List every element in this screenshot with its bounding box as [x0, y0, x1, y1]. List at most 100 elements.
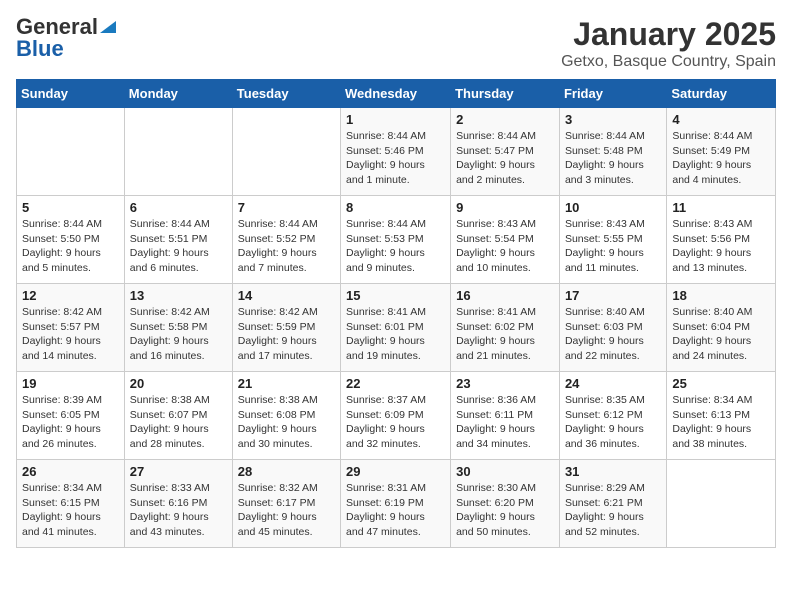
day-info: Sunrise: 8:42 AMSunset: 5:57 PMDaylight:… [22, 305, 119, 364]
day-number: 14 [238, 288, 335, 303]
day-info: Sunrise: 8:44 AMSunset: 5:49 PMDaylight:… [672, 129, 770, 188]
calendar-header-row: SundayMondayTuesdayWednesdayThursdayFrid… [17, 80, 776, 108]
column-header-saturday: Saturday [667, 80, 776, 108]
calendar-cell: 5 Sunrise: 8:44 AMSunset: 5:50 PMDaylight… [17, 196, 125, 284]
day-number: 25 [672, 376, 770, 391]
calendar-cell: 6 Sunrise: 8:44 AMSunset: 5:51 PMDaylight… [124, 196, 232, 284]
day-info: Sunrise: 8:31 AMSunset: 6:19 PMDaylight:… [346, 481, 445, 540]
day-info: Sunrise: 8:42 AMSunset: 5:58 PMDaylight:… [130, 305, 227, 364]
day-number: 23 [456, 376, 554, 391]
day-info: Sunrise: 8:34 AMSunset: 6:15 PMDaylight:… [22, 481, 119, 540]
day-number: 10 [565, 200, 661, 215]
page-subtitle: Getxo, Basque Country, Spain [561, 53, 776, 71]
day-number: 12 [22, 288, 119, 303]
title-block: January 2025 Getxo, Basque Country, Spai… [561, 16, 776, 71]
calendar-cell: 28 Sunrise: 8:32 AMSunset: 6:17 PMDayligh… [232, 460, 340, 548]
day-info: Sunrise: 8:33 AMSunset: 6:16 PMDaylight:… [130, 481, 227, 540]
day-number: 9 [456, 200, 554, 215]
day-number: 8 [346, 200, 445, 215]
calendar-cell: 29 Sunrise: 8:31 AMSunset: 6:19 PMDayligh… [341, 460, 451, 548]
calendar-week-5: 26 Sunrise: 8:34 AMSunset: 6:15 PMDayligh… [17, 460, 776, 548]
day-number: 19 [22, 376, 119, 391]
logo-blue-text: Blue [16, 38, 64, 60]
calendar-cell [232, 108, 340, 196]
column-header-friday: Friday [559, 80, 666, 108]
calendar-cell: 14Sunrise: 8:42 AMSunset: 5:59 PMDayligh… [232, 284, 340, 372]
page-title: January 2025 [561, 16, 776, 53]
calendar-week-1: 1 Sunrise: 8:44 AMSunset: 5:46 PMDaylight… [17, 108, 776, 196]
day-info: Sunrise: 8:44 AMSunset: 5:50 PMDaylight:… [22, 217, 119, 276]
calendar-cell: 18 Sunrise: 8:40 AMSunset: 6:04 PMDayligh… [667, 284, 776, 372]
day-info: Sunrise: 8:44 AMSunset: 5:47 PMDaylight:… [456, 129, 554, 188]
day-number: 11 [672, 200, 770, 215]
day-info: Sunrise: 8:44 AMSunset: 5:53 PMDaylight:… [346, 217, 445, 276]
day-number: 5 [22, 200, 119, 215]
day-number: 13 [130, 288, 227, 303]
calendar-cell: 30Sunrise: 8:30 AMSunset: 6:20 PMDayligh… [451, 460, 560, 548]
day-number: 16 [456, 288, 554, 303]
calendar-cell: 26 Sunrise: 8:34 AMSunset: 6:15 PMDayligh… [17, 460, 125, 548]
day-number: 17 [565, 288, 661, 303]
day-info: Sunrise: 8:40 AMSunset: 6:03 PMDaylight:… [565, 305, 661, 364]
day-number: 1 [346, 112, 445, 127]
day-number: 20 [130, 376, 227, 391]
calendar-cell: 23Sunrise: 8:36 AMSunset: 6:11 PMDayligh… [451, 372, 560, 460]
day-info: Sunrise: 8:44 AMSunset: 5:52 PMDaylight:… [238, 217, 335, 276]
day-info: Sunrise: 8:43 AMSunset: 5:54 PMDaylight:… [456, 217, 554, 276]
calendar-cell: 31Sunrise: 8:29 AMSunset: 6:21 PMDayligh… [559, 460, 666, 548]
calendar-cell: 22 Sunrise: 8:37 AMSunset: 6:09 PMDayligh… [341, 372, 451, 460]
calendar-week-4: 19 Sunrise: 8:39 AMSunset: 6:05 PMDayligh… [17, 372, 776, 460]
day-number: 26 [22, 464, 119, 479]
day-number: 4 [672, 112, 770, 127]
calendar-cell: 24 Sunrise: 8:35 AMSunset: 6:12 PMDayligh… [559, 372, 666, 460]
day-number: 15 [346, 288, 445, 303]
day-number: 21 [238, 376, 335, 391]
page-header: General Blue January 2025 Getxo, Basque … [16, 16, 776, 71]
day-info: Sunrise: 8:41 AMSunset: 6:02 PMDaylight:… [456, 305, 554, 364]
column-header-sunday: Sunday [17, 80, 125, 108]
day-number: 3 [565, 112, 661, 127]
day-info: Sunrise: 8:40 AMSunset: 6:04 PMDaylight:… [672, 305, 770, 364]
calendar-cell [17, 108, 125, 196]
day-info: Sunrise: 8:44 AMSunset: 5:48 PMDaylight:… [565, 129, 661, 188]
day-info: Sunrise: 8:44 AMSunset: 5:51 PMDaylight:… [130, 217, 227, 276]
day-info: Sunrise: 8:37 AMSunset: 6:09 PMDaylight:… [346, 393, 445, 452]
day-number: 29 [346, 464, 445, 479]
calendar-cell: 10Sunrise: 8:43 AMSunset: 5:55 PMDayligh… [559, 196, 666, 284]
calendar-cell: 25 Sunrise: 8:34 AMSunset: 6:13 PMDayligh… [667, 372, 776, 460]
day-number: 28 [238, 464, 335, 479]
calendar-cell [124, 108, 232, 196]
day-info: Sunrise: 8:32 AMSunset: 6:17 PMDaylight:… [238, 481, 335, 540]
calendar-cell: 8 Sunrise: 8:44 AMSunset: 5:53 PMDaylight… [341, 196, 451, 284]
calendar-cell: 3 Sunrise: 8:44 AMSunset: 5:48 PMDaylight… [559, 108, 666, 196]
day-number: 7 [238, 200, 335, 215]
calendar-cell [667, 460, 776, 548]
calendar-cell: 20 Sunrise: 8:38 AMSunset: 6:07 PMDayligh… [124, 372, 232, 460]
column-header-thursday: Thursday [451, 80, 560, 108]
day-info: Sunrise: 8:34 AMSunset: 6:13 PMDaylight:… [672, 393, 770, 452]
calendar-cell: 2Sunrise: 8:44 AMSunset: 5:47 PMDaylight… [451, 108, 560, 196]
calendar-week-3: 12 Sunrise: 8:42 AMSunset: 5:57 PMDayligh… [17, 284, 776, 372]
logo-arrow-icon [100, 17, 116, 38]
logo: General Blue [16, 16, 116, 60]
column-header-monday: Monday [124, 80, 232, 108]
calendar-cell: 7 Sunrise: 8:44 AMSunset: 5:52 PMDaylight… [232, 196, 340, 284]
calendar-cell: 12 Sunrise: 8:42 AMSunset: 5:57 PMDayligh… [17, 284, 125, 372]
calendar-week-2: 5 Sunrise: 8:44 AMSunset: 5:50 PMDaylight… [17, 196, 776, 284]
calendar-cell: 11 Sunrise: 8:43 AMSunset: 5:56 PMDayligh… [667, 196, 776, 284]
calendar-cell: 13 Sunrise: 8:42 AMSunset: 5:58 PMDayligh… [124, 284, 232, 372]
day-info: Sunrise: 8:41 AMSunset: 6:01 PMDaylight:… [346, 305, 445, 364]
calendar-table: SundayMondayTuesdayWednesdayThursdayFrid… [16, 79, 776, 548]
calendar-cell: 19 Sunrise: 8:39 AMSunset: 6:05 PMDayligh… [17, 372, 125, 460]
day-info: Sunrise: 8:39 AMSunset: 6:05 PMDaylight:… [22, 393, 119, 452]
day-info: Sunrise: 8:35 AMSunset: 6:12 PMDaylight:… [565, 393, 661, 452]
day-info: Sunrise: 8:44 AMSunset: 5:46 PMDaylight:… [346, 129, 445, 188]
calendar-cell: 9 Sunrise: 8:43 AMSunset: 5:54 PMDaylight… [451, 196, 560, 284]
day-info: Sunrise: 8:38 AMSunset: 6:07 PMDaylight:… [130, 393, 227, 452]
day-number: 22 [346, 376, 445, 391]
day-number: 18 [672, 288, 770, 303]
day-info: Sunrise: 8:43 AMSunset: 5:56 PMDaylight:… [672, 217, 770, 276]
day-number: 24 [565, 376, 661, 391]
day-number: 6 [130, 200, 227, 215]
day-number: 31 [565, 464, 661, 479]
